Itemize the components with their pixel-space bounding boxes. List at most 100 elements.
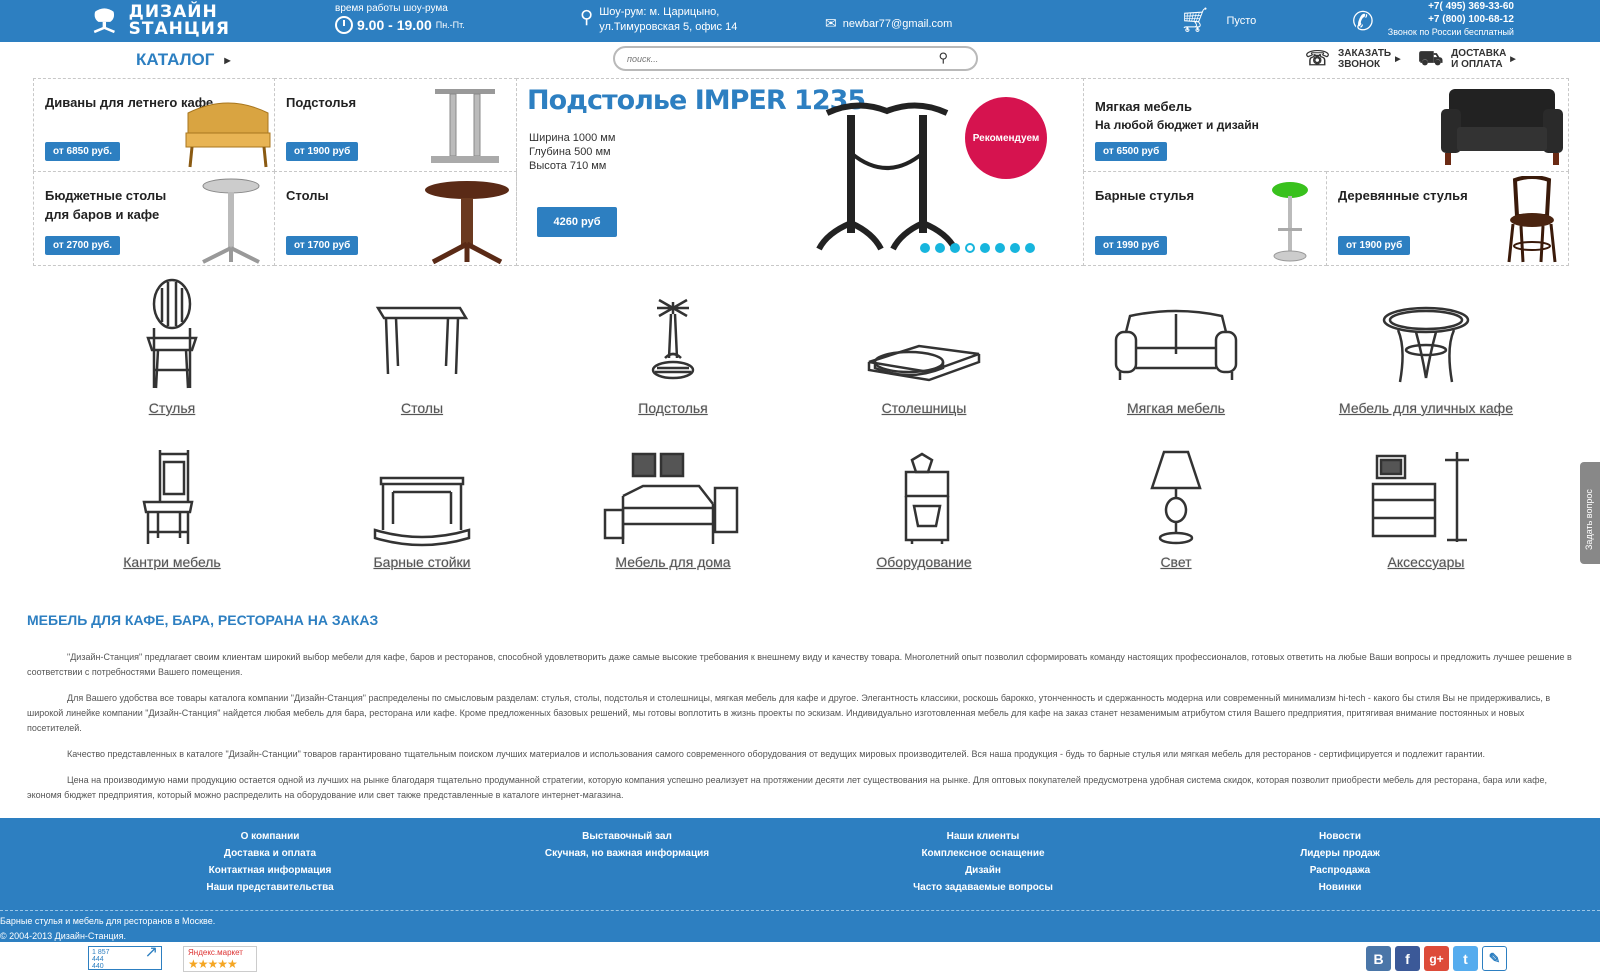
facebook-icon[interactable]: f <box>1395 946 1420 971</box>
category-label[interactable]: Столешницы <box>882 400 967 416</box>
footer-link[interactable]: Контактная информация <box>190 862 350 879</box>
footer-link[interactable]: Дизайн <box>893 862 1073 879</box>
seo-paragraph-3: Качество представленных в каталоге "Диза… <box>67 749 1486 759</box>
bed-icon <box>603 452 739 544</box>
footer-link[interactable]: Распродажа <box>1280 862 1400 879</box>
category-label[interactable]: Кантри мебель <box>123 554 220 570</box>
cart-icon[interactable]: 🛒︎ <box>1180 6 1210 35</box>
truck-icon: ⛟ <box>1418 47 1444 70</box>
promo-tile-sofas[interactable]: Диваны для летнего кафе от 6850 руб. <box>33 78 275 172</box>
promo-tile-wooden-chairs[interactable]: Деревянные стулья от 1900 руб <box>1326 171 1569 266</box>
category-soft-furniture[interactable]: Мягкая мебель <box>1076 278 1276 418</box>
slider-dot[interactable] <box>980 243 990 253</box>
price-button[interactable]: от 6850 руб. <box>45 142 121 161</box>
catalog-label[interactable]: КАТАЛОГ <box>136 50 214 70</box>
cast-iron-base-image <box>816 102 958 251</box>
category-outdoor-furniture[interactable]: Мебель для уличных кафе <box>1326 278 1526 418</box>
ask-question-tab[interactable]: Задать вопрос <box>1580 462 1600 564</box>
chair-icon <box>146 278 198 389</box>
category-label[interactable]: Аксессуары <box>1388 554 1465 570</box>
footer-link[interactable]: Лидеры продаж <box>1280 845 1400 862</box>
slider-dot[interactable] <box>935 243 945 253</box>
footer-link[interactable]: Новости <box>1280 828 1400 845</box>
category-table-bases[interactable]: Подстолья <box>573 278 773 418</box>
featured-slide[interactable]: Подстолье IMPER 1235 Ширина 1000 мм Глуб… <box>516 78 1084 266</box>
phone2[interactable]: +7 (800) 100-68-12 <box>1388 13 1514 26</box>
promo-tile-title: Деревянные стулья <box>1338 188 1468 203</box>
category-accessories[interactable]: Аксессуары <box>1326 448 1526 572</box>
price-button[interactable]: от 2700 руб. <box>45 236 121 255</box>
search-input[interactable] <box>627 48 927 69</box>
email-text[interactable]: newbar77@gmail.com <box>843 18 953 30</box>
footer-link[interactable]: Выставочный зал <box>527 828 727 845</box>
slider-dot[interactable] <box>1025 243 1035 253</box>
featured-price-button[interactable]: 4260 руб <box>537 207 617 237</box>
site-logo[interactable]: ДИЗАЙН STАНЦИЯ <box>90 2 230 40</box>
outdoor-table-icon <box>1382 306 1470 383</box>
category-country-furniture[interactable]: Кантри мебель <box>72 448 272 572</box>
slider-dot-active[interactable] <box>965 243 975 253</box>
category-tabletops[interactable]: Столешницы <box>824 278 1024 418</box>
slider-dots <box>920 243 1040 253</box>
wicker-sofa-image <box>185 102 271 168</box>
category-label[interactable]: Стулья <box>149 400 195 416</box>
visit-counter-badge[interactable]: 1 857 444 440 ↗ <box>88 945 162 970</box>
promo-tile-title: Барные стулья <box>1095 188 1195 203</box>
category-bar-counters[interactable]: Барные стойки <box>322 448 522 572</box>
footer-link[interactable]: Скучная, но важная информация <box>527 845 727 862</box>
category-label[interactable]: Мебель для уличных кафе <box>1339 400 1513 416</box>
category-home-furniture[interactable]: Мебель для дома <box>573 448 773 572</box>
category-label[interactable]: Столы <box>401 400 443 416</box>
promo-tile-soft-furniture[interactable]: Мягкая мебель На любой бюджет и дизайн о… <box>1083 78 1569 172</box>
order-call-button[interactable]: ☏ ЗАКАЗАТЬ ЗВОНОК ▶ <box>1305 48 1401 70</box>
slider-dot[interactable] <box>995 243 1005 253</box>
twitter-icon[interactable]: t <box>1453 946 1478 971</box>
yandex-market-badge[interactable]: Яндекс.маркет ★★★★★ <box>183 946 257 972</box>
category-label[interactable]: Подстолья <box>638 400 708 416</box>
google-plus-icon[interactable]: g+ <box>1424 946 1449 971</box>
promo-tile-tables[interactable]: Столы от 1700 руб <box>274 171 517 266</box>
footer-tagline: Барные стулья и мебель для ресторанов в … <box>0 916 216 926</box>
delivery-payment-button[interactable]: ⛟ ДОСТАВКА И ОПЛАТА ▶ <box>1418 48 1516 70</box>
email-contact[interactable]: ✉ newbar77@gmail.com <box>825 15 952 32</box>
bar-counter-icon <box>373 476 471 547</box>
footer-copyright: © 2004-2013 Дизайн-Станция. <box>0 931 126 941</box>
promo-tile-table-bases[interactable]: Подстолья от 1900 руб <box>274 78 517 172</box>
cart[interactable]: 🛒︎ Пусто <box>1180 6 1256 35</box>
callback-line1: ЗАКАЗАТЬ <box>1338 48 1392 59</box>
livejournal-icon[interactable]: ✎ <box>1482 946 1507 971</box>
slider-dot[interactable] <box>920 243 930 253</box>
category-chairs[interactable]: Стулья <box>72 278 272 418</box>
triangle-right-icon: ▶ <box>1395 55 1401 63</box>
category-label[interactable]: Мебель для дома <box>615 554 730 570</box>
search-icon[interactable]: ⚲ <box>938 50 948 66</box>
category-label[interactable]: Барные стойки <box>373 554 470 570</box>
price-button[interactable]: от 1900 руб <box>286 142 359 161</box>
price-button[interactable]: от 6500 руб <box>1095 142 1168 161</box>
logo-line2: STАНЦИЯ <box>128 19 230 39</box>
delivery-line1: ДОСТАВКА <box>1451 48 1507 59</box>
footer-link[interactable]: Новинки <box>1280 879 1400 896</box>
category-equipment[interactable]: Оборудование <box>824 448 1024 572</box>
price-button[interactable]: от 1990 руб <box>1095 236 1168 255</box>
category-label[interactable]: Мягкая мебель <box>1127 400 1225 416</box>
slider-dot[interactable] <box>1010 243 1020 253</box>
footer-link[interactable]: Доставка и оплата <box>190 845 350 862</box>
footer-link[interactable]: О компании <box>190 828 350 845</box>
price-button[interactable]: от 1900 руб <box>1338 236 1411 255</box>
category-label[interactable]: Свет <box>1160 554 1191 570</box>
slider-dot[interactable] <box>950 243 960 253</box>
category-lighting[interactable]: Свет <box>1076 448 1276 572</box>
footer-link[interactable]: Часто задаваемые вопросы <box>893 879 1073 896</box>
catalog-menu[interactable]: КАТАЛОГ ▶ <box>136 50 231 70</box>
footer-link[interactable]: Наши представительства <box>190 879 350 896</box>
promo-tile-budget-tables[interactable]: Бюджетные столы для баров и кафе от 2700… <box>33 171 275 266</box>
footer-link[interactable]: Наши клиенты <box>893 828 1073 845</box>
category-label[interactable]: Оборудование <box>876 554 971 570</box>
footer-link[interactable]: Комплексное оснащение <box>893 845 1073 862</box>
promo-tile-bar-stools[interactable]: Барные стулья от 1990 руб <box>1083 171 1327 266</box>
phone1[interactable]: +7( 495) 369-33-60 <box>1388 0 1514 13</box>
price-button[interactable]: от 1700 руб <box>286 236 359 255</box>
vk-icon[interactable]: В <box>1366 946 1391 971</box>
category-tables[interactable]: Столы <box>322 278 522 418</box>
